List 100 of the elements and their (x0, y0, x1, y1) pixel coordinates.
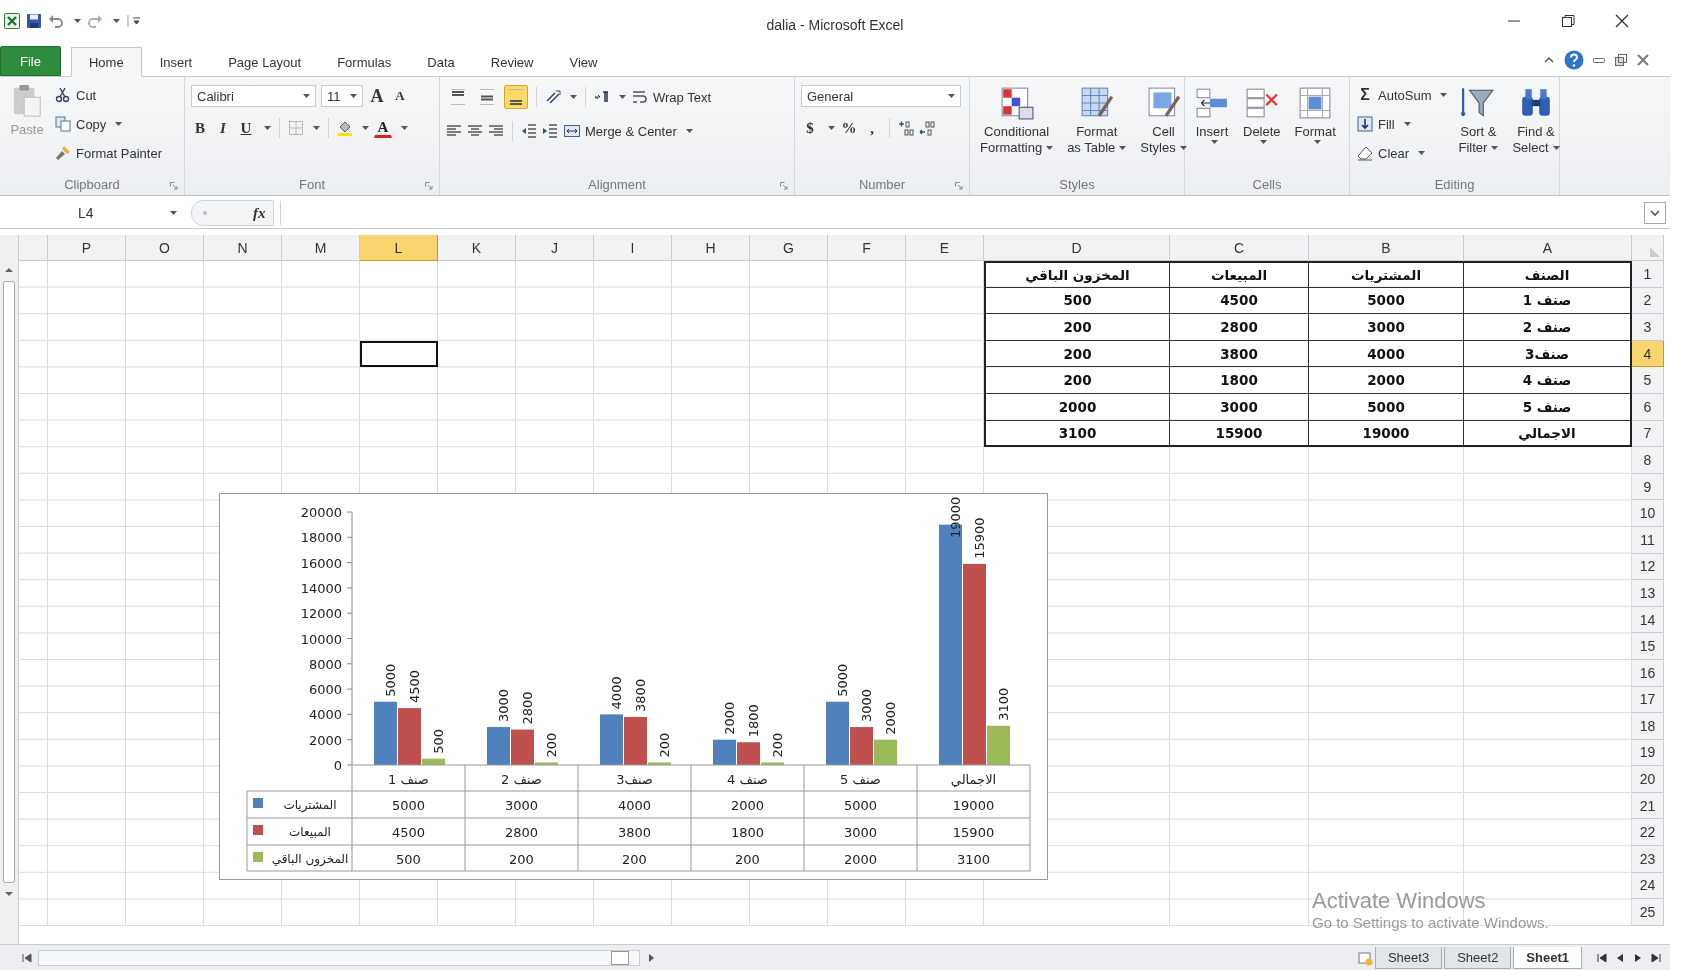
ribbon-tab[interactable]: Home (70, 47, 142, 77)
column-header[interactable]: C (1170, 235, 1309, 261)
last-sheet-icon[interactable] (1650, 951, 1662, 964)
column-header[interactable]: P (48, 235, 126, 261)
restore-icon[interactable] (1560, 13, 1576, 29)
help-icon[interactable] (1564, 50, 1584, 70)
copy-button[interactable]: Copy (54, 112, 163, 136)
merge-center-button[interactable]: Merge & Center (563, 119, 694, 143)
dialog-launcher-icon[interactable] (425, 182, 433, 190)
currency-button[interactable]: $ (801, 117, 819, 139)
sort-filter-button[interactable]: Sort & Filter (1454, 83, 1503, 159)
save-icon[interactable] (26, 13, 42, 29)
autosum-button[interactable]: Σ AutoSum (1356, 83, 1449, 107)
styles-button[interactable]: Cell Styles (1136, 83, 1191, 159)
font-name-field[interactable]: Calibri (191, 85, 316, 107)
column-header[interactable]: I (594, 235, 672, 261)
dialog-launcher-icon[interactable] (780, 182, 788, 190)
bold-button[interactable]: B (191, 117, 209, 139)
ribbon-tab[interactable]: Page Layout (210, 47, 320, 77)
percent-button[interactable]: % (840, 117, 858, 139)
dialog-launcher-icon[interactable] (955, 182, 963, 190)
row-header[interactable]: 1 (1632, 261, 1664, 288)
font-size-field[interactable]: 11 (321, 85, 363, 107)
text-direction-icon[interactable] (594, 89, 610, 105)
row-header[interactable]: 5 (1632, 367, 1664, 394)
align-right-icon[interactable] (488, 123, 504, 139)
column-header[interactable]: B (1309, 235, 1464, 261)
row-header[interactable]: 22 (1632, 819, 1664, 847)
vertical-align-button[interactable] (504, 85, 528, 109)
column-header[interactable]: J (516, 235, 594, 261)
column-header[interactable]: L (360, 235, 438, 261)
column-header[interactable]: N (204, 235, 282, 261)
column-header[interactable]: O (126, 235, 204, 261)
column-header[interactable]: M (282, 235, 360, 261)
decrease-indent-icon[interactable] (521, 123, 537, 139)
ribbon-tab[interactable]: Data (409, 47, 473, 77)
grow-font-button[interactable]: A (368, 85, 386, 107)
ribbon-tab[interactable]: View (551, 47, 616, 77)
sheet-tab[interactable]: Sheet3 (1374, 946, 1443, 969)
row-header[interactable]: 11 (1632, 526, 1664, 554)
row-header[interactable]: 19 (1632, 739, 1664, 767)
comma-button[interactable]: , (863, 117, 881, 139)
row-header[interactable]: 14 (1632, 606, 1664, 634)
sheet-tab[interactable]: Sheet1 (1513, 946, 1582, 969)
row-header[interactable]: 3 (1632, 314, 1664, 341)
row-header[interactable]: 10 (1632, 500, 1664, 527)
increase-indent-icon[interactable] (542, 123, 558, 139)
row-header[interactable]: 18 (1632, 713, 1664, 740)
column-header[interactable]: E (906, 235, 984, 261)
borders-icon[interactable] (288, 120, 304, 136)
cells-button[interactable]: Format (1290, 83, 1340, 147)
decrease-decimal-icon[interactable] (919, 120, 935, 136)
row-header[interactable]: 17 (1632, 686, 1664, 714)
scroll-thumb[interactable] (611, 950, 629, 965)
styles-button[interactable]: Conditional Formatting (976, 83, 1058, 159)
name-box[interactable]: L4 (0, 201, 185, 225)
file-tab[interactable]: File (0, 46, 61, 76)
sheet-tab[interactable]: Sheet2 (1444, 946, 1512, 969)
styles-button[interactable]: Format as Table (1063, 83, 1131, 159)
column-header[interactable]: K (438, 235, 516, 261)
increase-decimal-icon[interactable] (898, 120, 914, 136)
fill-color-icon[interactable] (337, 120, 353, 136)
ribbon-tab[interactable]: Formulas (319, 47, 410, 77)
underline-button[interactable]: U (237, 117, 255, 139)
row-header[interactable]: 16 (1632, 659, 1664, 687)
row-header[interactable]: 4 (1632, 340, 1664, 368)
row-header[interactable]: 15 (1632, 633, 1664, 660)
clear-button[interactable]: Clear (1356, 141, 1449, 165)
number-format-field[interactable]: General (801, 85, 961, 107)
column-header[interactable]: F (828, 235, 906, 261)
column-header[interactable]: H (672, 235, 750, 261)
dialog-launcher-icon[interactable] (170, 182, 178, 190)
first-sheet-icon[interactable] (20, 950, 34, 965)
align-center-icon[interactable] (467, 123, 483, 139)
first-sheet-icon[interactable] (1596, 951, 1608, 964)
find-select-button[interactable]: Find & Select (1508, 83, 1564, 159)
format-painter-button[interactable]: Format Painter (54, 141, 163, 165)
row-header[interactable]: 6 (1632, 393, 1664, 421)
row-header[interactable]: 2 (1632, 287, 1664, 315)
text-orientation-icon[interactable] (545, 89, 561, 105)
expand-formula-icon[interactable] (1644, 202, 1666, 224)
horizontal-scrollbar[interactable] (38, 949, 640, 966)
column-header[interactable]: A (1464, 235, 1632, 261)
font-color-button[interactable]: A (374, 118, 392, 138)
ribbon-tab[interactable]: Insert (141, 47, 211, 77)
undo-icon[interactable] (48, 13, 64, 29)
scroll-thumb[interactable] (3, 281, 15, 883)
fill-button[interactable]: Fill (1356, 112, 1449, 136)
wrap-text-button[interactable]: Wrap Text (631, 85, 713, 109)
italic-button[interactable]: I (214, 117, 232, 139)
column-header[interactable]: D (984, 235, 1170, 261)
row-header[interactable]: 20 (1632, 766, 1664, 793)
align-left-icon[interactable] (446, 123, 462, 139)
shrink-font-button[interactable]: A (391, 85, 409, 107)
close-icon[interactable] (1614, 13, 1630, 29)
column-header[interactable]: G (750, 235, 828, 261)
ribbon-tab[interactable]: Review (472, 47, 552, 77)
row-header[interactable]: 13 (1632, 580, 1664, 607)
restore-icon[interactable] (1614, 53, 1628, 67)
cells-button[interactable]: Delete (1239, 83, 1285, 147)
